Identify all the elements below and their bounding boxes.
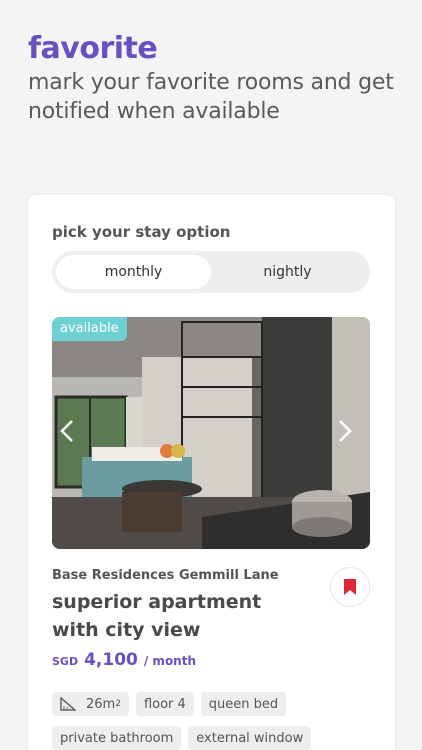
room-card: pick your stay option monthly nightly av… [28,195,395,750]
room-size-value: 26m [86,696,116,712]
tag-window: external window [188,726,312,750]
tag-bathroom: private bathroom [52,726,182,750]
amenity-tags: 26m 2 floor 4 queen bed private bathroom … [52,692,382,750]
room-size-unit: 2 [115,699,121,709]
price-period: / month [143,654,197,668]
price-currency: SGD [52,655,79,668]
stay-option-label: pick your stay option [52,223,231,241]
chevron-left-icon[interactable] [60,419,82,447]
chevron-right-icon[interactable] [338,419,360,447]
bookmark-icon [344,579,356,595]
price: SGD 4,100 / month [52,650,196,670]
tag-bed: queen bed [200,692,287,716]
stay-option-nightly[interactable]: nightly [210,255,365,289]
page-title: favorite [28,31,158,66]
room-photo-illustration [52,317,370,549]
stay-option-toggle: monthly nightly [52,251,370,293]
page-subtitle: mark your favorite rooms and get notifie… [28,70,394,124]
price-amount: 4,100 [84,650,138,670]
property-location: Base Residences Gemmill Lane [52,568,279,583]
ruler-icon [60,697,76,711]
room-photo[interactable]: available [52,317,370,549]
room-name: superior apartment with city view [52,591,262,641]
tag-floor: floor 4 [135,692,194,716]
stay-option-monthly[interactable]: monthly [56,255,211,289]
header: favorite mark your favorite rooms and ge… [28,30,408,126]
tag-room-size: 26m 2 [52,692,129,716]
bookmark-button[interactable] [330,567,370,607]
availability-badge: available [52,317,127,341]
